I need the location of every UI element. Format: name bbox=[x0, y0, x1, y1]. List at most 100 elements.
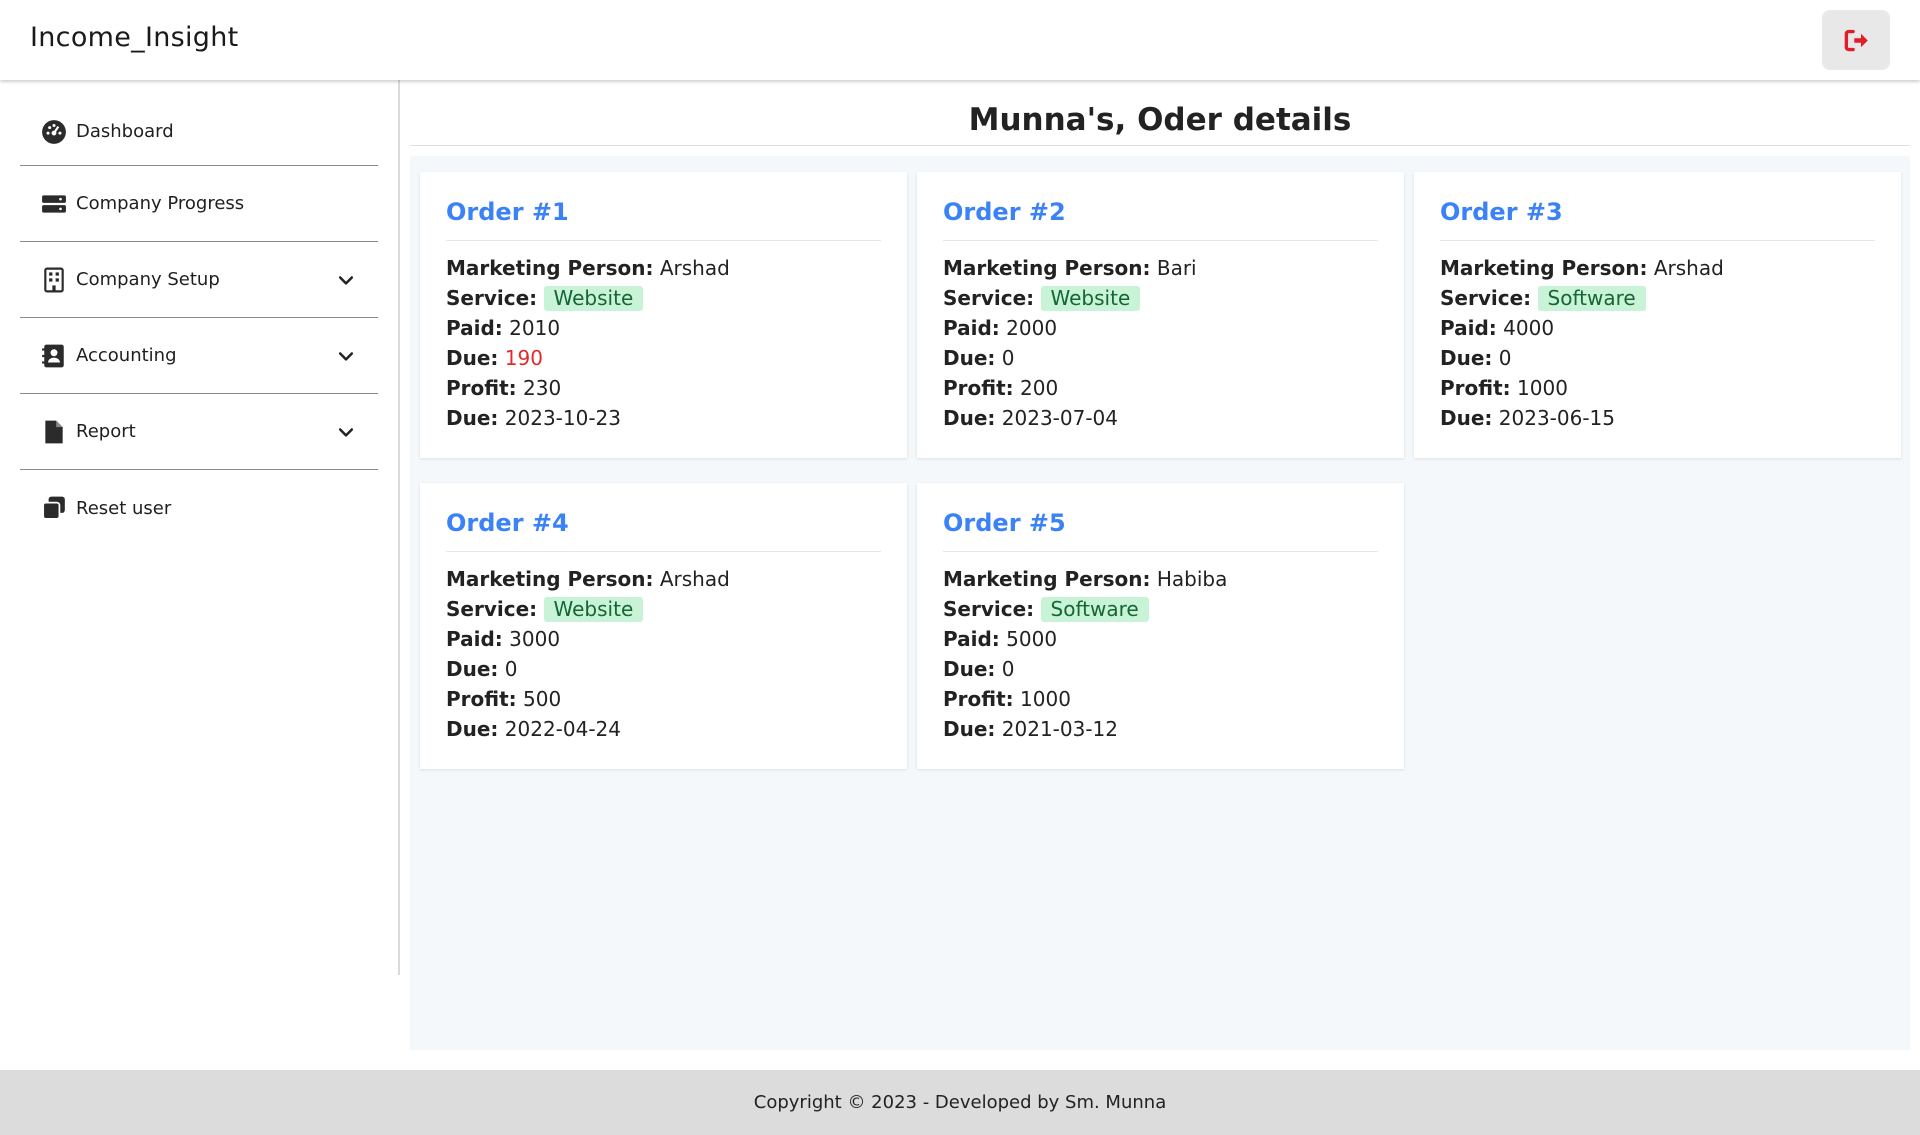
order-title: Order #2 bbox=[943, 198, 1378, 241]
paid-value: 2000 bbox=[1006, 316, 1058, 340]
chevron-down-icon[interactable] bbox=[336, 422, 356, 442]
due-row: Due: 0 bbox=[943, 657, 1015, 681]
due-date-row: Due: 2023-06-15 bbox=[1440, 406, 1615, 430]
profit-value: 500 bbox=[523, 687, 562, 711]
service-badge: Website bbox=[543, 597, 644, 622]
order-card: Order #1 Marketing Person: Arshad Servic… bbox=[420, 172, 907, 458]
due-date-row: Due: 2023-07-04 bbox=[943, 406, 1118, 430]
contact-card-icon bbox=[40, 342, 68, 370]
dashboard-icon bbox=[40, 118, 68, 146]
sidebar-item-report[interactable]: Report bbox=[20, 394, 378, 470]
app-brand[interactable]: Income_Insight bbox=[30, 22, 239, 53]
sidebar-item-label: Accounting bbox=[76, 345, 177, 366]
service-row: Service: Website bbox=[446, 283, 881, 313]
footer: Copyright © 2023 - Developed by Sm. Munn… bbox=[0, 1070, 1920, 1135]
page-title: Munna's, Oder details bbox=[968, 102, 1352, 138]
paid-row: Paid: 2010 bbox=[446, 316, 561, 340]
marketing-person-row: Marketing Person: Arshad bbox=[1440, 256, 1724, 280]
service-badge: Website bbox=[543, 286, 644, 311]
sidebar-item-label: Company Progress bbox=[76, 193, 245, 214]
due-value: 0 bbox=[1001, 346, 1015, 370]
sidebar: Dashboard Company Progress Company Setup… bbox=[0, 80, 400, 975]
due-row: Due: 0 bbox=[943, 346, 1015, 370]
due-value: 0 bbox=[504, 657, 518, 681]
paid-row: Paid: 4000 bbox=[1440, 316, 1555, 340]
paid-row: Paid: 5000 bbox=[943, 627, 1058, 651]
service-badge: Software bbox=[1537, 286, 1646, 311]
due-row: Due: 190 bbox=[446, 346, 543, 370]
order-title: Order #5 bbox=[943, 509, 1378, 552]
due-value: 0 bbox=[1498, 346, 1512, 370]
service-badge: Website bbox=[1040, 286, 1141, 311]
paid-value: 3000 bbox=[509, 627, 561, 651]
profit-row: Profit: 230 bbox=[446, 376, 562, 400]
marketing-person-value: Arshad bbox=[659, 256, 730, 280]
service-row: Service: Software bbox=[943, 594, 1378, 624]
due-value: 190 bbox=[504, 346, 543, 370]
profit-row: Profit: 1000 bbox=[1440, 376, 1568, 400]
marketing-person-value: Arshad bbox=[659, 567, 730, 591]
profit-value: 230 bbox=[523, 376, 562, 400]
profit-row: Profit: 500 bbox=[446, 687, 562, 711]
sidebar-item-reset-user[interactable]: Reset user bbox=[20, 470, 378, 546]
due-date-value: 2023-06-15 bbox=[1498, 406, 1615, 430]
paid-row: Paid: 3000 bbox=[446, 627, 561, 651]
sidebar-item-accounting[interactable]: Accounting bbox=[20, 318, 378, 394]
service-badge: Software bbox=[1040, 597, 1149, 622]
marketing-person-row: Marketing Person: Habiba bbox=[943, 567, 1228, 591]
paid-row: Paid: 2000 bbox=[943, 316, 1058, 340]
file-icon bbox=[40, 418, 68, 446]
top-header: Income_Insight bbox=[0, 0, 1920, 80]
profit-row: Profit: 200 bbox=[943, 376, 1059, 400]
profit-value: 1000 bbox=[1517, 376, 1568, 400]
due-date-row: Due: 2022-04-24 bbox=[446, 717, 621, 741]
order-card: Order #5 Marketing Person: Habiba Servic… bbox=[917, 483, 1404, 769]
due-date-row: Due: 2023-10-23 bbox=[446, 406, 621, 430]
due-date-value: 2023-07-04 bbox=[1001, 406, 1118, 430]
building-icon bbox=[40, 266, 68, 294]
service-row: Service: Software bbox=[1440, 283, 1875, 313]
marketing-person-row: Marketing Person: Arshad bbox=[446, 567, 730, 591]
marketing-person-value: Habiba bbox=[1156, 567, 1228, 591]
copy-icon bbox=[40, 494, 68, 522]
order-card: Order #3 Marketing Person: Arshad Servic… bbox=[1414, 172, 1901, 458]
due-date-row: Due: 2021-03-12 bbox=[943, 717, 1118, 741]
due-value: 0 bbox=[1001, 657, 1015, 681]
order-title: Order #3 bbox=[1440, 198, 1875, 241]
logout-icon bbox=[1844, 29, 1868, 51]
order-card: Order #4 Marketing Person: Arshad Servic… bbox=[420, 483, 907, 769]
order-card: Order #2 Marketing Person: Bari Service:… bbox=[917, 172, 1404, 458]
paid-value: 4000 bbox=[1503, 316, 1555, 340]
chevron-down-icon[interactable] bbox=[336, 270, 356, 290]
service-row: Service: Website bbox=[943, 283, 1378, 313]
order-title: Order #1 bbox=[446, 198, 881, 241]
order-title: Order #4 bbox=[446, 509, 881, 552]
profit-row: Profit: 1000 bbox=[943, 687, 1071, 711]
sidebar-item-label: Reset user bbox=[76, 497, 172, 519]
marketing-person-row: Marketing Person: Arshad bbox=[446, 256, 730, 280]
due-row: Due: 0 bbox=[446, 657, 518, 681]
marketing-person-value: Bari bbox=[1156, 256, 1197, 280]
marketing-person-row: Marketing Person: Bari bbox=[943, 256, 1197, 280]
profit-value: 1000 bbox=[1020, 687, 1071, 711]
paid-value: 2010 bbox=[509, 316, 561, 340]
logout-button[interactable] bbox=[1822, 10, 1890, 70]
chevron-down-icon[interactable] bbox=[336, 346, 356, 366]
marketing-person-value: Arshad bbox=[1653, 256, 1724, 280]
profit-value: 200 bbox=[1020, 376, 1059, 400]
sidebar-item-dashboard[interactable]: Dashboard bbox=[20, 98, 378, 166]
due-date-value: 2022-04-24 bbox=[504, 717, 621, 741]
paid-value: 5000 bbox=[1006, 627, 1058, 651]
due-date-value: 2023-10-23 bbox=[504, 406, 621, 430]
sidebar-item-label: Report bbox=[76, 421, 136, 442]
sidebar-item-company-progress[interactable]: Company Progress bbox=[20, 166, 378, 242]
main-content: Munna's, Oder details Order #1 Marketing… bbox=[410, 80, 1910, 1050]
due-date-value: 2021-03-12 bbox=[1001, 717, 1118, 741]
sidebar-item-label: Company Setup bbox=[76, 269, 220, 290]
copyright-text: Copyright © 2023 - Developed by Sm. Munn… bbox=[753, 1092, 1167, 1113]
sidebar-item-label: Dashboard bbox=[76, 121, 174, 142]
service-row: Service: Website bbox=[446, 594, 881, 624]
server-icon bbox=[40, 190, 68, 218]
due-row: Due: 0 bbox=[1440, 346, 1512, 370]
sidebar-item-company-setup[interactable]: Company Setup bbox=[20, 242, 378, 318]
